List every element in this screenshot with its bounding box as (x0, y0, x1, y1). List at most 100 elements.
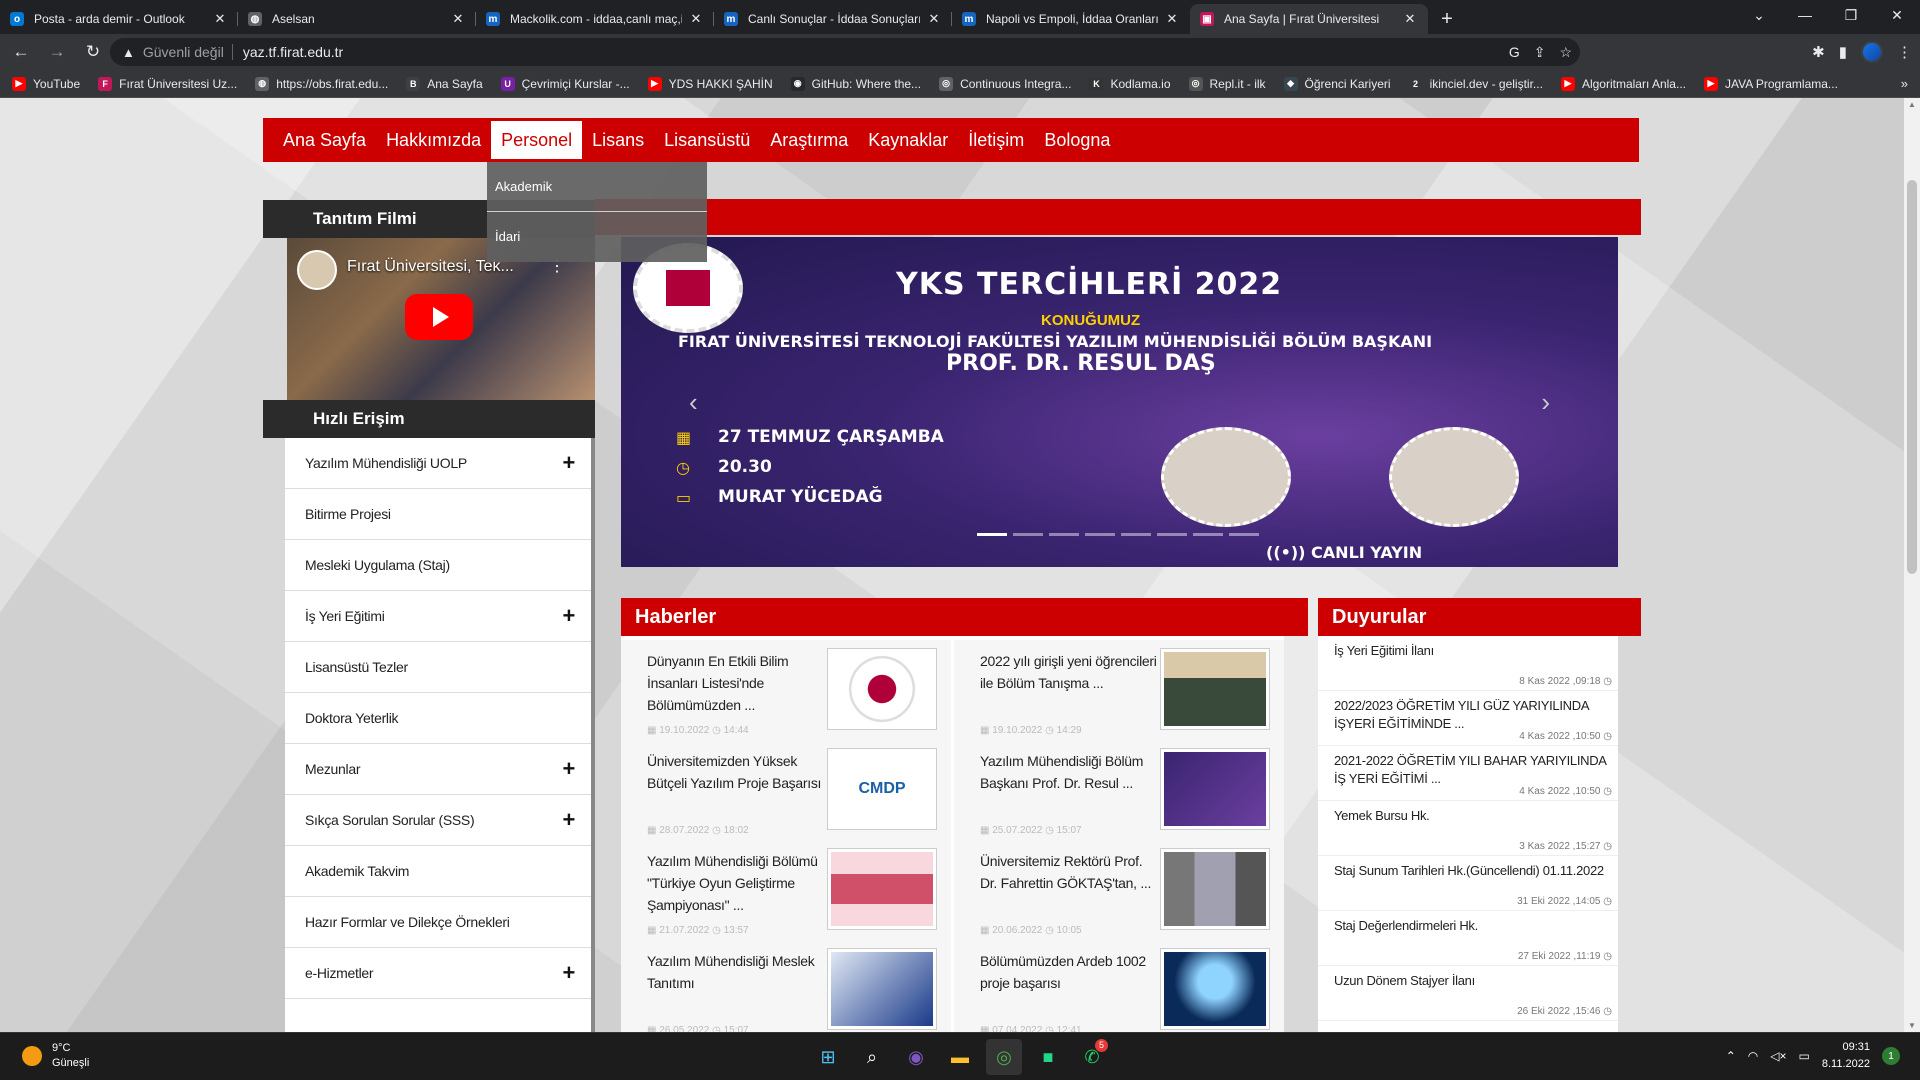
news-title[interactable]: Üniversitemiz Rektörü Prof. Dr. Fahretti… (980, 850, 1158, 894)
slider-next-icon[interactable]: › (1541, 387, 1550, 418)
news-thumbnail[interactable] (827, 848, 937, 930)
news-card[interactable]: 2022 yılı girişli yeni öğrencileri ile B… (954, 640, 1284, 740)
dropdown-item[interactable]: İdari (487, 212, 707, 262)
restore-icon[interactable]: ❐ (1828, 0, 1874, 30)
nav-item[interactable]: Lisans (582, 121, 654, 159)
news-card[interactable]: Üniversitemiz Rektörü Prof. Dr. Fahretti… (954, 840, 1284, 940)
nav-item[interactable]: İletişim (958, 121, 1034, 159)
news-title[interactable]: Yazılım Mühendisliği Bölüm Başkanı Prof.… (980, 750, 1158, 794)
quick-access-label[interactable]: Sıkça Sorulan Sorular (SSS) (305, 812, 475, 828)
slider-dot[interactable] (977, 533, 1007, 536)
quick-access-label[interactable]: Akademik Takvim (305, 863, 409, 879)
reload-icon[interactable]: ↻ (78, 37, 108, 67)
nav-item[interactable]: Ana Sayfa (273, 121, 376, 159)
announcement-title[interactable]: Staj Değerlendirmeleri Hk. (1334, 917, 1608, 935)
announcement-item[interactable]: Staj Değerlendirmeleri Hk. 27 Eki 2022 ,1… (1318, 911, 1618, 966)
browser-tab[interactable]: m Napoli vs Empoli, İddaa Oranları ✕ (952, 4, 1190, 34)
bookmark-label[interactable]: ikinciel.dev - geliştir... (1430, 77, 1543, 91)
slider-dot[interactable] (1085, 533, 1115, 536)
scroll-down-icon[interactable]: ▼ (1904, 1021, 1920, 1030)
announcement-item[interactable]: Staj Sunum Tarihleri Hk.(Güncellendi) 01… (1318, 856, 1618, 911)
tab-title[interactable]: Canlı Sonuçlar - İddaa Sonuçları (748, 12, 920, 26)
nav-item[interactable]: Hakkımızda (376, 121, 491, 159)
announcement-title[interactable]: 2022/2023 ÖĞRETİM YILI GÜZ YARIYILINDA İ… (1334, 697, 1608, 733)
search-icon[interactable]: ⌕ (854, 1039, 890, 1075)
expand-plus-icon[interactable]: + (562, 603, 575, 629)
quick-access-item[interactable]: Lisansüstü Tezler (285, 642, 591, 693)
news-thumbnail[interactable] (827, 948, 937, 1030)
close-tab-icon[interactable]: ✕ (926, 11, 942, 27)
announcement-title[interactable]: 2021-2022 ÖĞRETİM YILI BAHAR YARIYILINDA… (1334, 752, 1608, 788)
start-icon[interactable]: ⊞ (810, 1039, 846, 1075)
close-tab-icon[interactable]: ✕ (1164, 11, 1180, 27)
page-scrollbar[interactable]: ▲ ▼ (1904, 98, 1920, 1032)
file-explorer-icon[interactable]: ▬ (942, 1039, 978, 1075)
announcement-item[interactable]: Uzun Dönem Stajyer İlanı 26 Eki 2022 ,15:… (1318, 966, 1618, 1021)
announcement-title[interactable]: İş Yeri Eğitimi İlanı (1334, 642, 1608, 660)
quick-access-item[interactable]: Doktora Yeterlik (285, 693, 591, 744)
weather-widget[interactable]: 9°C Güneşli (22, 1041, 89, 1071)
news-card[interactable]: Yazılım Mühendisliği Bölüm Başkanı Prof.… (954, 740, 1284, 840)
news-title[interactable]: 2022 yılı girişli yeni öğrencileri ile B… (980, 650, 1158, 694)
bookmark-label[interactable]: Öğrenci Kariyeri (1305, 77, 1391, 91)
tab-title[interactable]: Ana Sayfa | Fırat Üniversitesi (1224, 12, 1396, 26)
tab-title[interactable]: Napoli vs Empoli, İddaa Oranları (986, 12, 1158, 26)
quick-access-label[interactable]: Doktora Yeterlik (305, 710, 399, 726)
close-tab-icon[interactable]: ✕ (688, 11, 704, 27)
nav-item[interactable]: Lisansüstü (654, 121, 760, 159)
announcement-title[interactable]: Yemek Bursu Hk. (1334, 807, 1608, 825)
news-title[interactable]: Yazılım Mühendisliği Meslek Tanıtımı (647, 950, 825, 994)
bookmark-label[interactable]: Algoritmaları Anla... (1582, 77, 1686, 91)
scroll-thumb[interactable] (1907, 180, 1917, 574)
notification-badge[interactable]: 1 (1882, 1047, 1900, 1065)
slider-dot[interactable] (1049, 533, 1079, 536)
news-card[interactable]: Yazılım Mühendisliği Bölümü "Türkiye Oyu… (621, 840, 951, 940)
bookmark-label[interactable]: GitHub: Where the... (812, 77, 921, 91)
slider-dot[interactable] (1121, 533, 1151, 536)
announcement-title[interactable]: Uzun Dönem Stajyer İlanı (1334, 972, 1608, 990)
bookmark-label[interactable]: Ana Sayfa (427, 77, 482, 91)
announcement-item[interactable]: 2022/2023 ÖĞRETİM YILI GÜZ YARIYILINDA İ… (1318, 691, 1618, 746)
news-title[interactable]: Bölümümüzden Ardeb 1002 proje başarısı (980, 950, 1158, 994)
quick-access-item[interactable]: Bitirme Projesi (285, 489, 591, 540)
expand-plus-icon[interactable]: + (562, 960, 575, 986)
back-icon[interactable]: ← (6, 37, 36, 67)
quick-access-item[interactable]: Yazılım Mühendisliği UOLP + (285, 438, 591, 489)
news-thumbnail[interactable] (1160, 948, 1270, 1030)
bookmark-item[interactable]: ◉ GitHub: Where the... (790, 76, 921, 91)
news-card[interactable]: Üniversitemizden Yüksek Bütçeli Yazılım … (621, 740, 951, 840)
scroll-up-icon[interactable]: ▲ (1904, 100, 1920, 109)
bookmark-label[interactable]: Continuous Integra... (960, 77, 1071, 91)
announcement-item[interactable]: 2021-2022 ÖĞRETİM YILI BAHAR YARIYILINDA… (1318, 746, 1618, 801)
bookmark-item[interactable]: U Çevrimiçi Kurslar -... (500, 76, 630, 91)
volume-icon[interactable]: ◁× (1770, 1049, 1786, 1063)
minimize-icon[interactable]: — (1782, 0, 1828, 30)
news-thumbnail[interactable]: CMDP (827, 748, 937, 830)
battery-icon[interactable]: ▭ (1799, 1049, 1810, 1063)
quick-access-label[interactable]: Bitirme Projesi (305, 506, 391, 522)
bookmark-item[interactable]: ◍ https://obs.firat.edu... (255, 76, 388, 91)
bookmark-label[interactable]: Kodlama.io (1110, 77, 1170, 91)
news-card[interactable]: Yazılım Mühendisliği Meslek Tanıtımı ▦ 26… (621, 940, 951, 1032)
slider-dot[interactable] (1193, 533, 1223, 536)
browser-tab[interactable]: m Mackolik.com - iddaa,canlı maç,iddaa ✕ (476, 4, 714, 34)
news-thumbnail[interactable] (1160, 748, 1270, 830)
intro-video[interactable]: Fırat Üniversitesi, Tek... ⋮ (287, 238, 595, 400)
slider-dot[interactable] (1157, 533, 1187, 536)
bookmark-label[interactable]: Çevrimiçi Kurslar -... (522, 77, 630, 91)
bookmark-item[interactable]: ▶ YDS HAKKI ŞAHİN (647, 76, 773, 91)
bookmark-item[interactable]: ◎ Continuous Integra... (939, 76, 1071, 91)
new-tab-icon[interactable]: + (1432, 4, 1462, 34)
expand-plus-icon[interactable]: + (562, 807, 575, 833)
slider-prev-icon[interactable]: ‹ (689, 387, 698, 418)
announcement-item[interactable]: İş Yeri Eğitimi İlanı 8 Kas 2022 ,09:18 ◷ (1318, 636, 1618, 691)
bookmark-item[interactable]: B Ana Sayfa (406, 76, 483, 91)
share-icon[interactable]: ⇪ (1534, 44, 1546, 61)
tab-title[interactable]: Aselsan (272, 12, 444, 26)
quick-access-item[interactable]: e-Hizmetler + (285, 948, 591, 999)
hero-slider[interactable]: YKS TERCİHLERİ 2022 KONUĞUMUZ FIRAT ÜNİV… (621, 237, 1618, 567)
news-title[interactable]: Yazılım Mühendisliği Bölümü "Türkiye Oyu… (647, 850, 825, 916)
google-lens-icon[interactable]: G (1509, 44, 1520, 60)
close-tab-icon[interactable]: ✕ (212, 11, 228, 27)
pycharm-icon[interactable]: ■ (1030, 1039, 1066, 1075)
